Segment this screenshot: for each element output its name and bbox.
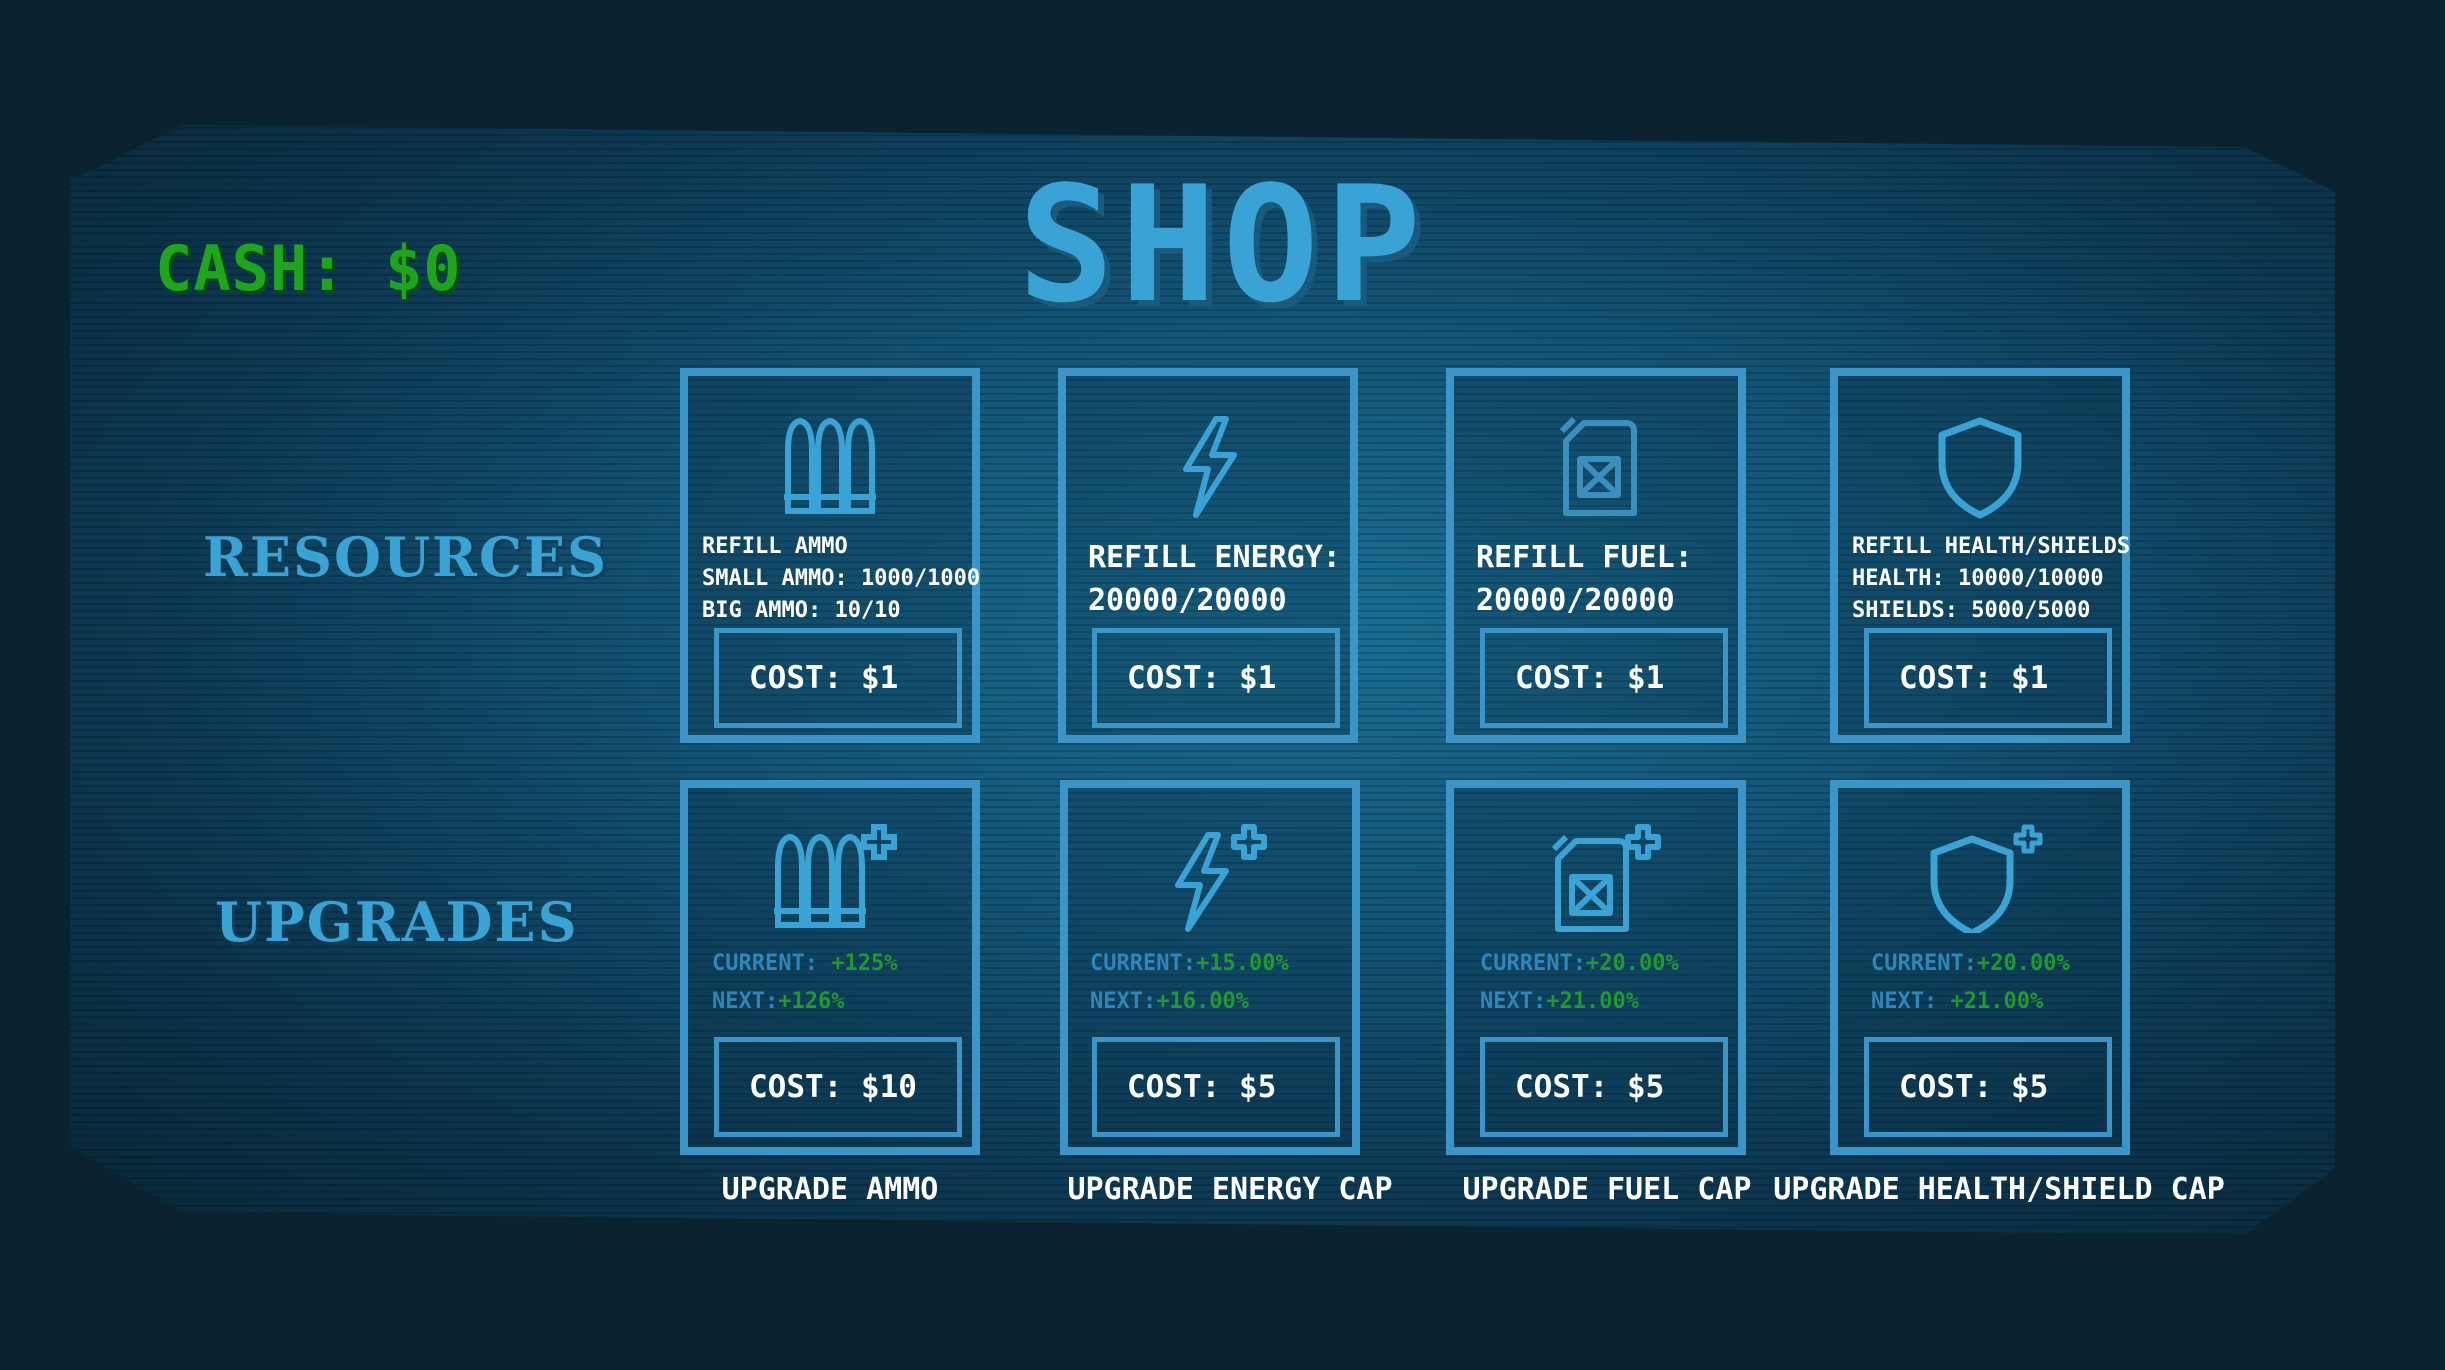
current-label: CURRENT: [1090, 951, 1196, 976]
refill-health-desc: REFILL HEALTH/SHIELDS HEALTH: 10000/1000… [1852, 531, 2131, 627]
refill-fuel-card: REFILL FUEL: 20000/20000 COST: $1 [1446, 368, 1746, 743]
refill-health-buy-button[interactable]: COST: $1 [1864, 628, 2112, 728]
upgrade-energy-stats: CURRENT:+15.00% NEXT:+16.00% [1090, 945, 1289, 1021]
desc-line: SMALL AMMO: 1000/1000 [702, 566, 981, 591]
current-label: CURRENT: [712, 951, 818, 976]
resources-label: RESOURCES [203, 525, 609, 589]
current-value: +125% [831, 951, 898, 976]
upgrade-energy-name: UPGRADE ENERGY CAP [1067, 1172, 1393, 1207]
next-label: NEXT: [1090, 989, 1157, 1014]
desc-line: REFILL HEALTH/SHIELDS [1852, 534, 2131, 559]
desc-line: 20000/20000 [1088, 583, 1287, 618]
refill-energy-card: REFILL ENERGY: 20000/20000 COST: $1 [1058, 368, 1358, 743]
next-label: NEXT: [712, 989, 779, 1014]
next-value: +16.00% [1156, 989, 1249, 1014]
refill-fuel-desc: REFILL FUEL: 20000/20000 [1476, 536, 1734, 622]
current-value: +15.00% [1195, 951, 1289, 976]
next-value: +126% [778, 989, 845, 1014]
upgrade-health-buy-button[interactable]: COST: $5 [1864, 1037, 2112, 1137]
refill-ammo-desc: REFILL AMMO SMALL AMMO: 1000/1000 BIG AM… [702, 531, 981, 627]
refill-energy-buy-button[interactable]: COST: $1 [1092, 628, 1340, 728]
next-value: +21.00% [1950, 989, 2044, 1014]
fuel-plus-icon [1551, 824, 1661, 932]
desc-line: REFILL FUEL: [1476, 540, 1693, 575]
refill-ammo-card: REFILL AMMO SMALL AMMO: 1000/1000 BIG AM… [680, 368, 980, 743]
upgrade-fuel-buy-button[interactable]: COST: $5 [1480, 1037, 1728, 1137]
next-label: NEXT: [1871, 989, 1938, 1014]
cash-display: CASH: $0 [155, 232, 462, 305]
current-label: CURRENT: [1871, 951, 1977, 976]
energy-icon [1183, 416, 1237, 518]
desc-line: REFILL ENERGY: [1088, 540, 1341, 575]
upgrade-fuel-name: UPGRADE FUEL CAP [1462, 1172, 1752, 1207]
next-value: +21.00% [1546, 989, 1639, 1014]
upgrade-ammo-stats: CURRENT: +125% NEXT:+126% [712, 945, 897, 1021]
upgrade-ammo-name: UPGRADE AMMO [721, 1172, 939, 1207]
refill-fuel-buy-button[interactable]: COST: $1 [1480, 628, 1728, 728]
upgrade-ammo-buy-button[interactable]: COST: $10 [714, 1037, 962, 1137]
refill-health-card: REFILL HEALTH/SHIELDS HEALTH: 10000/1000… [1830, 368, 2130, 743]
upgrade-health-name: UPGRADE HEALTH/SHIELD CAP [1773, 1172, 2225, 1207]
upgrade-health-stats: CURRENT:+20.00% NEXT: +21.00% [1871, 945, 2070, 1021]
ammo-plus-icon [774, 824, 897, 928]
shield-plus-icon [1930, 824, 2043, 933]
next-label: NEXT: [1480, 989, 1547, 1014]
desc-line: BIG AMMO: 10/10 [702, 598, 901, 623]
current-label: CURRENT: [1480, 951, 1586, 976]
current-value: +20.00% [1976, 951, 2070, 976]
ammo-icon [784, 417, 876, 514]
refill-ammo-buy-button[interactable]: COST: $1 [714, 628, 962, 728]
upgrade-energy-buy-button[interactable]: COST: $5 [1092, 1037, 1340, 1137]
refill-energy-desc: REFILL ENERGY: 20000/20000 [1088, 536, 1346, 622]
shield-icon [1938, 417, 2022, 519]
fuel-icon [1559, 416, 1637, 516]
upgrade-fuel-stats: CURRENT:+20.00% NEXT:+21.00% [1480, 945, 1679, 1021]
desc-line: SHIELDS: 5000/5000 [1852, 598, 2091, 623]
desc-line: HEALTH: 10000/10000 [1852, 566, 2104, 591]
upgrades-label: UPGRADES [215, 890, 579, 954]
energy-plus-icon [1175, 824, 1267, 932]
desc-line: REFILL AMMO [702, 534, 848, 559]
desc-line: 20000/20000 [1476, 583, 1675, 618]
current-value: +20.00% [1585, 951, 1679, 976]
